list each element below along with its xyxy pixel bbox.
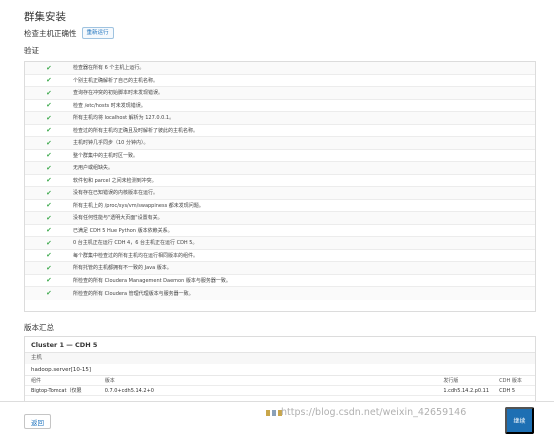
validation-row: ✔ 主机时钟几乎同步（10 分钟内）。 [25, 137, 535, 150]
column-header-component: 组件 [31, 378, 42, 384]
check-icon: ✔ [46, 163, 52, 172]
component-table-header: 组件 版本 发行版 CDH 版本 [25, 376, 535, 386]
version-summary-heading: 版本汇总 [24, 323, 54, 332]
column-header-release: 发行版 [443, 378, 459, 384]
validation-row-text: 所检查的所有 Cloudera Management Daemon 版本与服务器… [73, 277, 231, 284]
step-pager-icon [266, 410, 282, 416]
validation-row: ✔ 每个群集中检查过的所有主机均在运行相同版本的组件。 [25, 250, 535, 262]
cell-version: 0.7.0+cdh5.14.2+0 [104, 387, 154, 394]
cell-component: Bigtop-Tomcat（仅限 [31, 388, 82, 394]
watermark-text: https://blog.csdn.net/weixin_42659146 [281, 407, 467, 418]
wizard-footer: 返回 https://blog.csdn.net/weixin_42659146… [0, 401, 554, 436]
validation-row: ✔ 所检查的所有 Cloudera 管理代理版本与服务器一致。 [25, 287, 535, 300]
validation-row: ✔ 所有主机均将 localhost 解析为 127.0.0.1。 [25, 112, 535, 125]
validation-row: ✔ 所有主机上的 /proc/sys/vm/swappiness 都未发现问题。 [25, 200, 535, 212]
validation-row: ✔ 无用户或组缺失。 [25, 162, 535, 175]
validation-row-text: 每个群集中检查过的所有主机均在运行相同版本的组件。 [73, 252, 199, 259]
validation-row-text: 无用户或组缺失。 [73, 165, 114, 172]
rerun-button[interactable]: 重新运行 [81, 27, 114, 39]
check-icon: ✔ [46, 238, 52, 247]
check-icon: ✔ [46, 289, 52, 298]
check-icon: ✔ [46, 113, 52, 122]
validation-row: ✔ 已满足 CDH 5 Hue Python 版本依赖关系。 [25, 225, 535, 237]
check-icon: ✔ [46, 126, 52, 135]
validation-row: ✔ 所检查的所有 Cloudera Management Daemon 版本与服务… [25, 275, 535, 287]
validation-row-text: 所有主机均将 localhost 解析为 127.0.0.1。 [73, 115, 175, 122]
validation-row: ✔ 软件包和 parcel 之间未检测到冲突。 [25, 175, 535, 187]
validation-row: ✔ 检查 /etc/hosts 时未发现错误。 [25, 100, 535, 112]
page-title: 群集安装 [24, 11, 66, 23]
step-subtitle-bar: 检查主机正确性 重新运行 [24, 26, 114, 40]
check-icon: ✔ [46, 76, 52, 85]
cell-release: 1.cdh5.14.2.p0.11 [443, 387, 490, 394]
check-icon: ✔ [46, 201, 52, 210]
validation-row-text: 查询存在冲突的初始脚本时未发现错误。 [73, 90, 164, 97]
hosts-value: hadoop.server[10-15] [25, 364, 535, 376]
validation-row-text: 0 台主机正在运行 CDH 4，6 台主机正在运行 CDH 5。 [73, 240, 198, 247]
check-icon: ✔ [46, 63, 52, 72]
validation-row-text: 检查器在所有 6 个主机上运行。 [73, 65, 145, 72]
validation-row-text: 个别主机正确解析了自己的主机名称。 [73, 77, 159, 84]
cell-cdh-version: CDH 5 [499, 387, 516, 394]
validation-row-text: 所检查的所有 Cloudera 管理代理版本与服务器一致。 [73, 290, 194, 297]
validation-row: ✔ 没有任何性能与"透明大页面"设置有关。 [25, 212, 535, 225]
validation-row: ✔ 检查器在所有 6 个主机上运行。 [25, 62, 535, 75]
check-icon: ✔ [46, 276, 52, 285]
check-icon: ✔ [46, 226, 52, 235]
continue-button[interactable]: 继续 [505, 407, 534, 434]
validation-row-text: 所有主机上的 /proc/sys/vm/swappiness 都未发现问题。 [73, 202, 204, 209]
column-header-version: 版本 [104, 378, 115, 384]
validation-row: ✔ 0 台主机正在运行 CDH 4，6 台主机正在运行 CDH 5。 [25, 237, 535, 250]
validation-checklist: ✔ 检查器在所有 6 个主机上运行。 ✔ 个别主机正确解析了自己的主机名称。 ✔ 查询存在… [24, 61, 536, 312]
check-icon: ✔ [46, 263, 52, 272]
back-button[interactable]: 返回 [24, 414, 51, 429]
validation-row: ✔ 所有托管的主机都拥有不一致的 Java 版本。 [25, 262, 535, 275]
cluster-title: Cluster 1 — CDH 5 [25, 337, 535, 353]
validation-row-text: 整个群集中的主机时区一致。 [73, 152, 139, 159]
step-subtitle: 检查主机正确性 [24, 28, 77, 38]
validation-row-text: 所有托管的主机都拥有不一致的 Java 版本。 [73, 265, 172, 272]
check-icon: ✔ [46, 88, 52, 97]
check-icon: ✔ [46, 138, 52, 147]
validation-row: ✔ 个别主机正确解析了自己的主机名称。 [25, 75, 535, 87]
validation-heading: 验证 [24, 46, 39, 55]
validation-row-text: 主机时钟几乎同步（10 分钟内）。 [73, 140, 149, 147]
validation-row: ✔ 没有存在已知错误的内核版本在运行。 [25, 187, 535, 200]
validation-row-text: 没有任何性能与"透明大页面"设置有关。 [73, 215, 163, 222]
validation-row-text: 没有存在已知错误的内核版本在运行。 [73, 190, 159, 197]
validation-row-text: 软件包和 parcel 之间未检测到冲突。 [73, 177, 157, 184]
cluster-install-page: 群集安装 检查主机正确性 重新运行 验证 ✔ 检查器在所有 6 个主机上运行。 ✔ 个… [0, 0, 554, 436]
table-row: Bigtop-Tomcat（仅限 0.7.0+cdh5.14.2+0 1.cdh… [25, 386, 535, 396]
check-icon: ✔ [46, 188, 52, 197]
validation-row-text: 检查过的所有主机均正确且及时解析了彼此的主机名称。 [73, 127, 199, 134]
check-icon: ✔ [46, 151, 52, 160]
validation-row: ✔ 整个群集中的主机时区一致。 [25, 150, 535, 162]
validation-row: ✔ 检查过的所有主机均正确且及时解析了彼此的主机名称。 [25, 125, 535, 137]
column-header-cdh-version: CDH 版本 [499, 378, 522, 384]
check-icon: ✔ [46, 213, 52, 222]
check-icon: ✔ [46, 176, 52, 185]
validation-row-text: 检查 /etc/hosts 时未发现错误。 [73, 102, 146, 109]
check-icon: ✔ [46, 101, 52, 110]
validation-row: ✔ 查询存在冲突的初始脚本时未发现错误。 [25, 87, 535, 100]
hosts-heading: 主机 [25, 353, 535, 364]
validation-row-text: 已满足 CDH 5 Hue Python 版本依赖关系。 [73, 227, 173, 234]
check-icon: ✔ [46, 251, 52, 260]
